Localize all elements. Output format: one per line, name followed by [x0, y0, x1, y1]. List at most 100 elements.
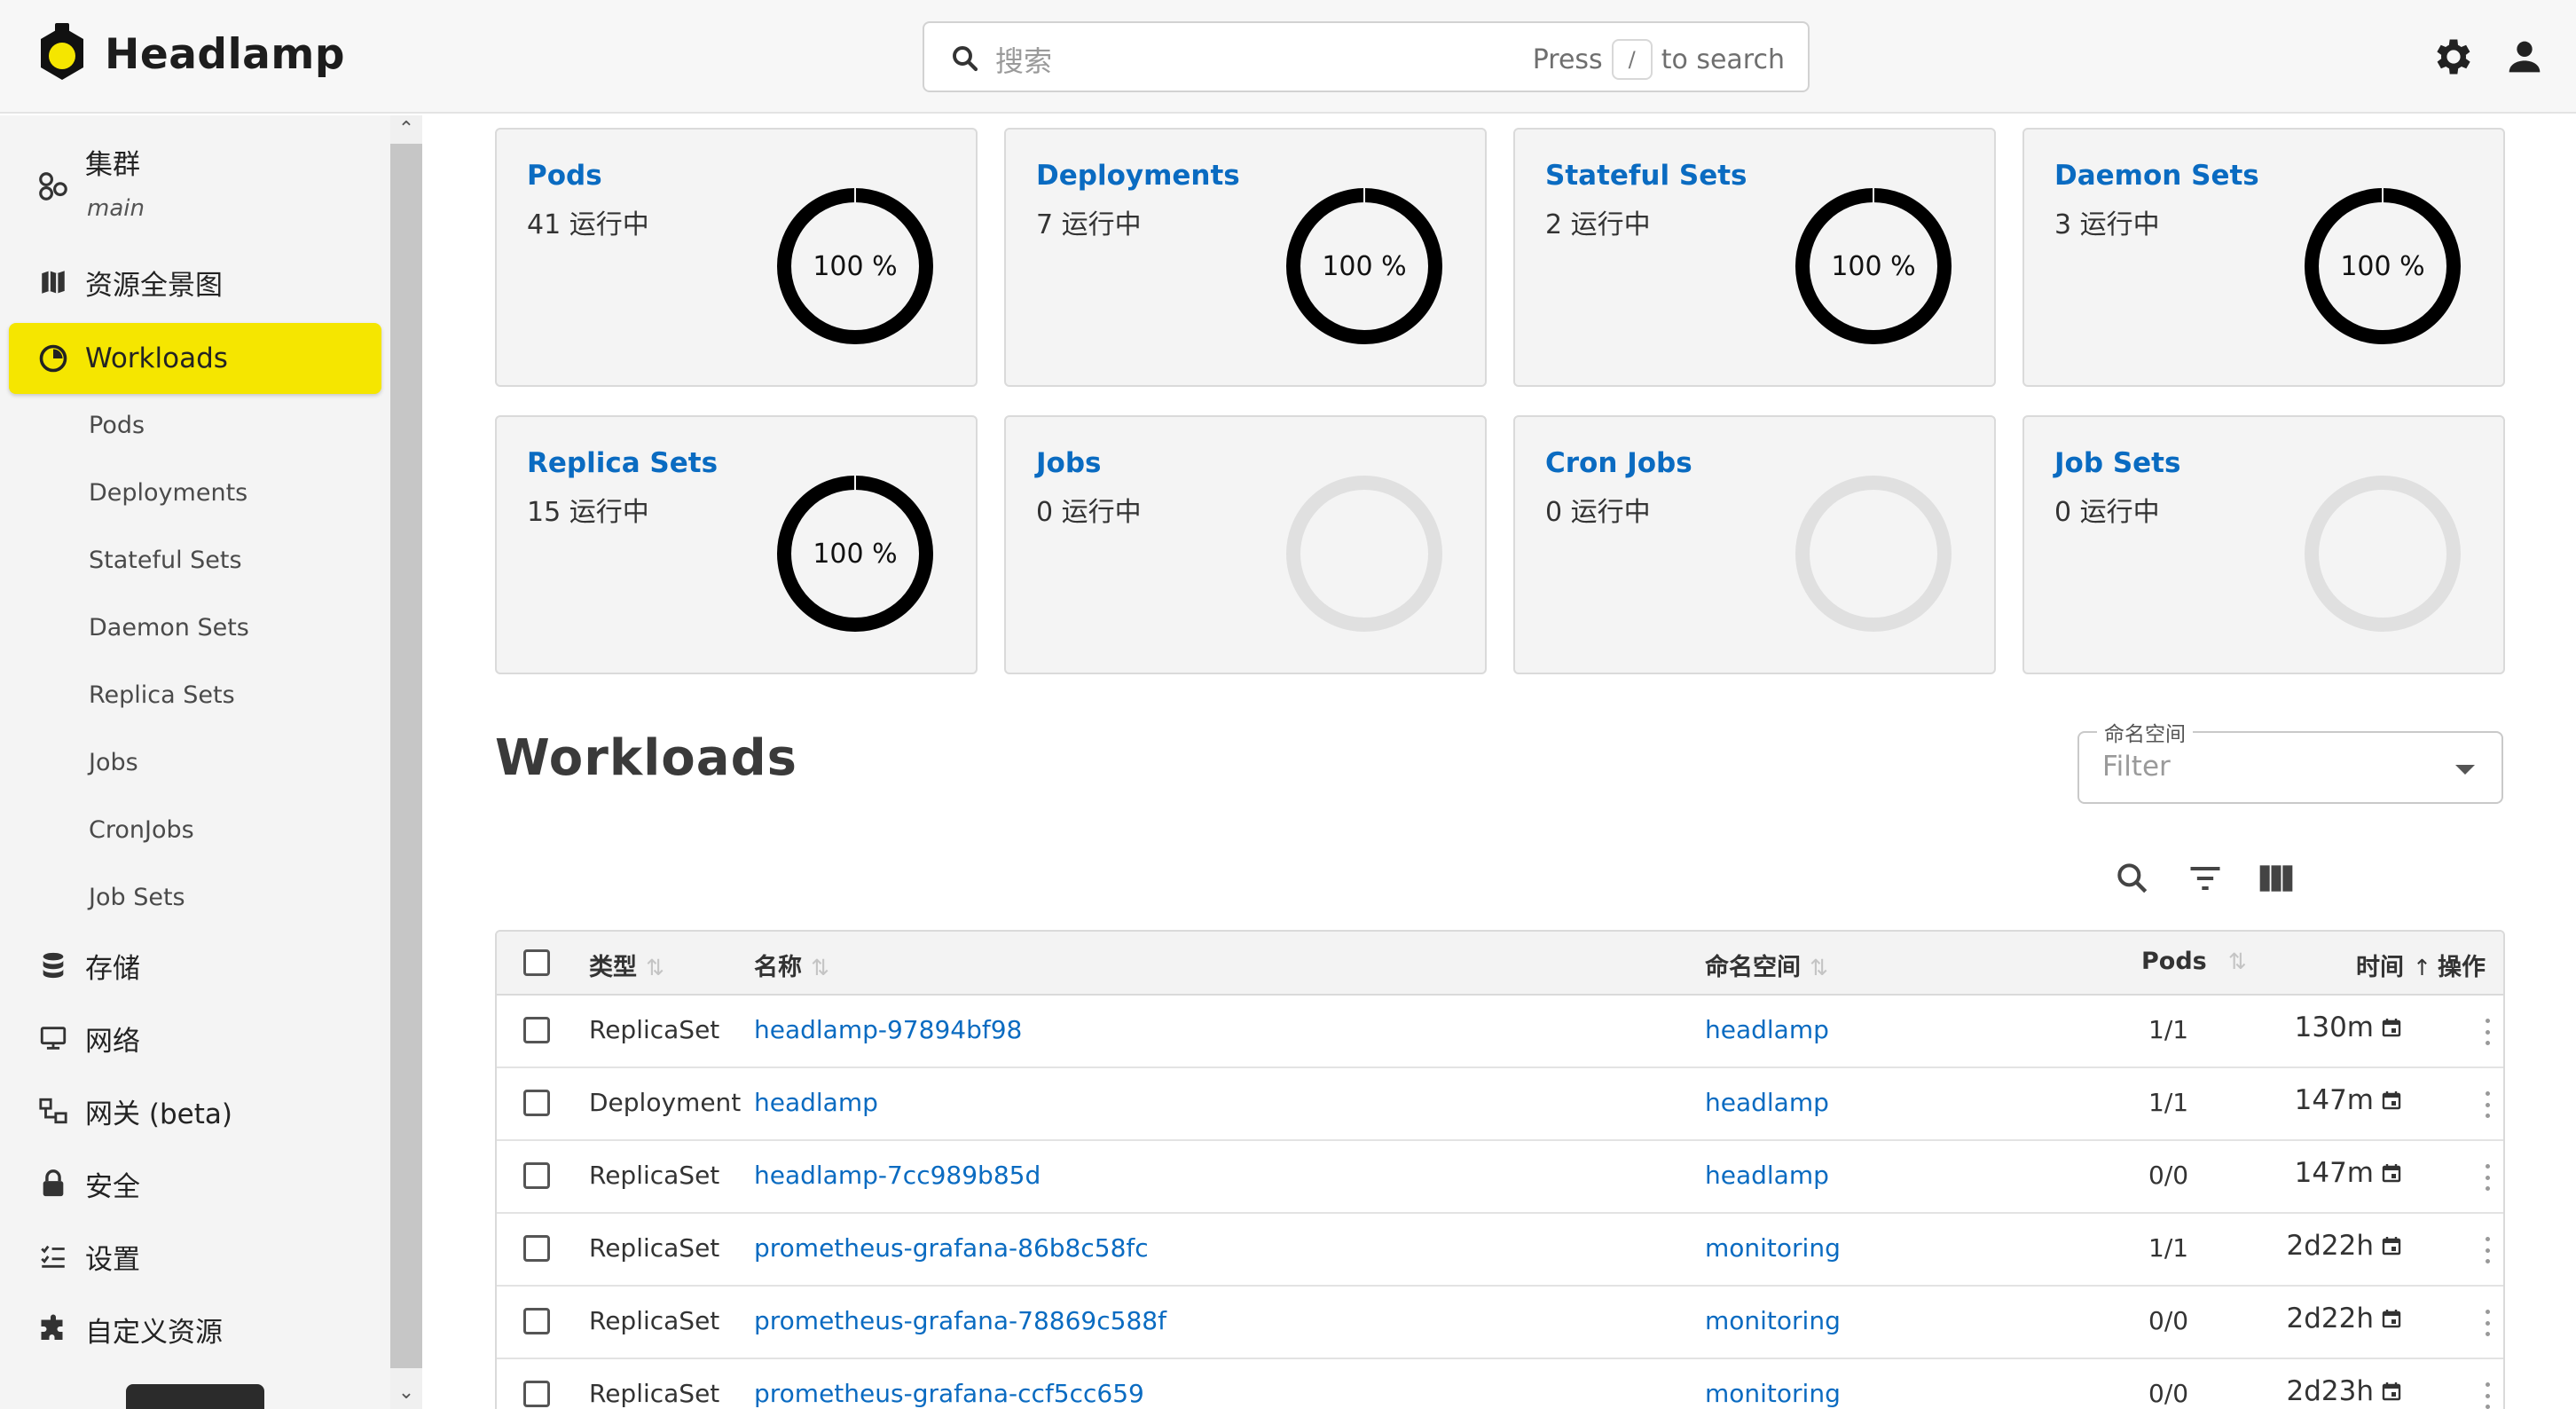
row-checkbox[interactable]: [523, 1308, 550, 1334]
table-row[interactable]: ReplicaSet headlamp-97894bf98 headlamp 1/1 1…: [497, 996, 2503, 1068]
row-actions-menu-icon[interactable]: [2484, 1091, 2491, 1118]
columns-icon[interactable]: [2257, 859, 2296, 898]
row-name-link[interactable]: headlamp-97894bf98: [754, 1015, 1022, 1044]
sidebar-item-label: Workloads: [85, 342, 228, 374]
row-pods: 1/1: [2148, 1088, 2189, 1117]
scroll-down-icon[interactable]: ⌄: [397, 1383, 415, 1403]
sidebar-subitem-stateful-sets[interactable]: Stateful Sets: [89, 547, 242, 574]
gear-icon[interactable]: [2431, 34, 2477, 80]
row-checkbox[interactable]: [523, 1090, 550, 1116]
workload-card[interactable]: Jobs 0 运行中: [1004, 415, 1487, 674]
column-header-pods-label: Pods: [2141, 948, 2207, 975]
workload-card-title[interactable]: Cron Jobs: [1545, 447, 1692, 479]
sidebar-item-storage[interactable]: 存储: [9, 930, 381, 1001]
column-header-name[interactable]: 名称 ⇅: [754, 948, 829, 982]
sidebar-item-cluster[interactable]: [9, 133, 381, 240]
row-name-link[interactable]: headlamp-7cc989b85d: [754, 1161, 1041, 1190]
workload-card[interactable]: Pods 41 运行中 100 %: [495, 128, 978, 387]
page-title: Workloads: [495, 729, 797, 787]
row-namespace-link[interactable]: headlamp: [1705, 1088, 1829, 1117]
select-all-checkbox[interactable]: [523, 949, 550, 976]
namespace-filter-select[interactable]: 命名空间 Filter: [2077, 717, 2503, 804]
workload-card-title[interactable]: Pods: [527, 160, 602, 192]
sidebar-item-map[interactable]: 资源全景图: [9, 247, 381, 318]
search-icon[interactable]: [2113, 859, 2152, 898]
workload-card-title[interactable]: Stateful Sets: [1545, 160, 1747, 192]
row-actions-menu-icon[interactable]: [2484, 1310, 2491, 1336]
workload-card-count: 15 运行中: [527, 497, 649, 528]
table-row[interactable]: ReplicaSet prometheus-grafana-ccf5cc659 mo…: [497, 1359, 2503, 1409]
workload-card[interactable]: Daemon Sets 3 运行中 100 %: [2022, 128, 2505, 387]
workload-card-title[interactable]: Jobs: [1036, 447, 1101, 479]
column-header-name-label: 名称: [754, 954, 802, 981]
sidebar-item-label: 网络: [85, 1025, 140, 1058]
workload-card[interactable]: Stateful Sets 2 运行中 100 %: [1513, 128, 1996, 387]
sidebar-item-label: 资源全景图: [85, 269, 223, 302]
row-actions-menu-icon[interactable]: [2484, 1164, 2491, 1191]
table-row[interactable]: ReplicaSet headlamp-7cc989b85d headlamp 0/0…: [497, 1141, 2503, 1214]
row-checkbox[interactable]: [523, 1381, 550, 1407]
workload-card[interactable]: Deployments 7 运行中 100 %: [1004, 128, 1487, 387]
app-title: Headlamp: [105, 29, 346, 79]
row-name-link[interactable]: headlamp: [754, 1088, 878, 1117]
table-row[interactable]: ReplicaSet prometheus-grafana-86b8c58fc mo…: [497, 1214, 2503, 1287]
chevron-down-icon: [2455, 765, 2475, 775]
gateway-icon: [35, 1093, 71, 1129]
column-header-pods[interactable]: Pods ⇅: [2141, 948, 2247, 975]
row-checkbox[interactable]: [523, 1162, 550, 1189]
workloads-table: 类型 ⇅ 名称 ⇅ 命名空间 ⇅ Pods ⇅ 时间 ↑ 操作 ReplicaSet hea…: [495, 930, 2505, 1409]
workload-card-title[interactable]: Replica Sets: [527, 447, 718, 479]
row-actions-menu-icon[interactable]: [2484, 1382, 2491, 1409]
row-name-link[interactable]: prometheus-grafana-ccf5cc659: [754, 1379, 1144, 1408]
table-row[interactable]: Deployment headlamp headlamp 1/1 147m: [497, 1068, 2503, 1141]
row-actions-menu-icon[interactable]: [2484, 1019, 2491, 1045]
row-namespace-link[interactable]: monitoring: [1705, 1233, 1841, 1263]
workload-card-title[interactable]: Deployments: [1036, 160, 1240, 192]
column-header-type[interactable]: 类型 ⇅: [589, 948, 664, 982]
workload-card[interactable]: Job Sets 0 运行中: [2022, 415, 2505, 674]
sidebar-item-security[interactable]: 安全: [9, 1148, 381, 1219]
sidebar-subitem-cronjobs[interactable]: CronJobs: [89, 816, 194, 844]
sidebar-item-custom-resources[interactable]: 自定义资源: [9, 1294, 381, 1365]
sidebar-subitem-replica-sets[interactable]: Replica Sets: [89, 681, 235, 709]
row-actions-menu-icon[interactable]: [2484, 1237, 2491, 1263]
sidebar-item-workloads[interactable]: Workloads: [9, 323, 381, 394]
row-namespace-link[interactable]: headlamp: [1705, 1161, 1829, 1190]
network-icon: [35, 1020, 71, 1056]
sidebar-item-settings[interactable]: 设置: [9, 1221, 381, 1292]
table-row[interactable]: ReplicaSet prometheus-grafana-78869c588f m…: [497, 1287, 2503, 1359]
column-header-namespace[interactable]: 命名空间 ⇅: [1705, 948, 1828, 982]
scroll-up-icon[interactable]: ⌃: [397, 120, 415, 139]
status-ring-chart: [1286, 476, 1442, 632]
app-logo[interactable]: Headlamp: [35, 23, 345, 85]
row-namespace-link[interactable]: headlamp: [1705, 1015, 1829, 1044]
status-ring-chart: [1795, 476, 1952, 632]
workload-card[interactable]: Replica Sets 15 运行中 100 %: [495, 415, 978, 674]
row-name-link[interactable]: prometheus-grafana-78869c588f: [754, 1306, 1166, 1335]
sidebar-item-network[interactable]: 网络: [9, 1003, 381, 1074]
workload-card-title[interactable]: Job Sets: [2054, 447, 2180, 479]
pie-icon: [35, 341, 71, 376]
workload-card-title[interactable]: Daemon Sets: [2054, 160, 2259, 192]
sidebar-subitem-job-sets[interactable]: Job Sets: [89, 884, 185, 911]
row-checkbox[interactable]: [523, 1235, 550, 1262]
status-ring-chart: 100 %: [1286, 188, 1442, 344]
sidebar-subitem-pods[interactable]: Pods: [89, 412, 145, 439]
row-checkbox[interactable]: [523, 1017, 550, 1043]
workload-card[interactable]: Cron Jobs 0 运行中: [1513, 415, 1996, 674]
sidebar-subitem-daemon-sets[interactable]: Daemon Sets: [89, 614, 249, 642]
sidebar-bottom-button[interactable]: [126, 1384, 264, 1409]
calendar-icon: [2382, 1164, 2401, 1183]
sidebar-subitem-jobs[interactable]: Jobs: [89, 749, 138, 776]
person-icon[interactable]: [2501, 34, 2548, 80]
row-namespace-link[interactable]: monitoring: [1705, 1306, 1841, 1335]
column-header-age[interactable]: 时间 ↑: [2356, 948, 2431, 982]
row-namespace-link[interactable]: monitoring: [1705, 1379, 1841, 1408]
filter-icon[interactable]: [2186, 859, 2225, 898]
sort-icon: ⇅: [646, 955, 664, 980]
global-search-input[interactable]: 搜索 Press / to search: [923, 21, 1810, 92]
sidebar-subitem-deployments[interactable]: Deployments: [89, 479, 247, 507]
sidebar-scrollbar-thumb[interactable]: [390, 144, 422, 1368]
row-name-link[interactable]: prometheus-grafana-86b8c58fc: [754, 1233, 1149, 1263]
sidebar-item-gateway[interactable]: 网关 (beta): [9, 1075, 381, 1146]
